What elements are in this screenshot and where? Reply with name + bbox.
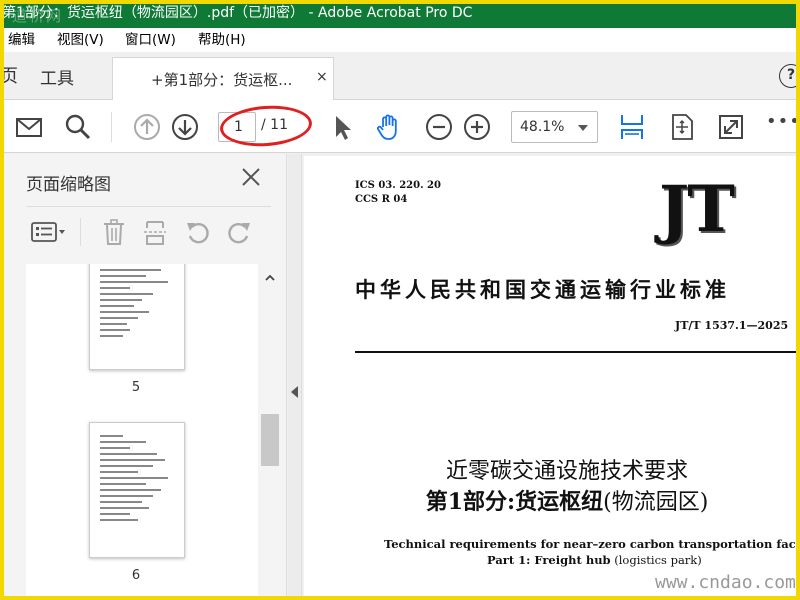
full-screen-icon[interactable] [716,112,746,142]
panel-title: 页面缩略图 [26,175,111,195]
document-page: ICS 03. 220. 20 CCS R 04 JT 中华人民共和国交通运输行… [304,156,800,600]
delete-page-icon[interactable] [101,218,127,246]
scrollbar-thumb[interactable] [261,414,279,466]
rotate-counterclockwise-icon[interactable] [185,218,211,246]
footer-watermark: www.cndao.com [655,572,796,593]
panel-tool-divider [80,218,81,246]
english-title-part: Part 1: Freight hub [487,553,611,567]
document-title-part: 第1部分:货运枢纽 [425,489,604,515]
menu-edit[interactable]: 编辑 [8,28,35,52]
email-icon[interactable] [14,112,44,142]
thumbnail-page-number: 6 [131,568,141,583]
english-title-line-1: Technical requirements for near–zero car… [384,537,800,551]
window-title: 第1部分：货运枢纽（物流园区）.pdf（已加密） - Adobe Acrobat… [2,5,473,21]
document-title-sub: (物流园区) [603,490,709,515]
tab-document-label: +第1部分：货运枢... [151,71,293,89]
search-icon[interactable] [63,112,93,142]
fit-width-icon[interactable] [617,112,647,142]
menu-bar: 编辑 视图(V) 窗口(W) 帮助(H) [0,28,800,52]
help-icon[interactable]: ? [779,64,800,88]
tab-home[interactable]: 页 [0,62,18,88]
close-tab-icon[interactable]: × [316,69,328,85]
thumbnail-scrollbar[interactable] [259,264,281,600]
zoom-select[interactable]: 48.1% [511,111,598,143]
menu-window[interactable]: 窗口(W) [125,28,176,52]
thumbnail-page-number: 5 [131,380,141,395]
chevron-down-icon [578,125,588,131]
zoom-value: 48.1% [520,119,565,135]
toolbar-divider [111,112,112,142]
document-title-line-1: 近零碳交通设施技术要求 [445,459,688,484]
standard-number: JT/T 1537.1—2025 [675,319,789,332]
tab-tools[interactable]: 工具 [40,64,74,89]
english-title-sub: (logistics park) [610,553,702,567]
tab-document[interactable]: +第1部分：货运枢... × [112,57,334,101]
thumbnail-options-icon[interactable] [30,218,68,246]
hand-tool-icon[interactable] [374,112,404,142]
thumbnail-list: 5 6 [26,264,258,600]
site-watermark: 道桥网 [12,7,64,25]
standard-title: 中华人民共和国交通运输行业标准 [355,277,730,302]
panel-splitter[interactable] [288,154,302,600]
document-title-line-2: 第1部分:货运枢纽(物流园区) [304,484,800,516]
ics-code: ICS 03. 220. 20 [355,180,441,191]
page-number-input[interactable]: 1 [218,112,256,142]
collapse-panel-icon[interactable] [291,386,298,398]
page-thumbnails-panel: 页面缩略图 5 6 [0,154,287,600]
tab-row: 页 工具 +第1部分：货运枢... × ? [0,52,800,101]
header-rule [355,351,800,353]
page-total: / 11 [261,117,288,133]
previous-page-icon[interactable] [132,112,162,142]
page-thumbnail[interactable] [89,422,185,558]
toolbar: 1 / 11 [0,100,800,153]
menu-view[interactable]: 视图(V) [57,28,104,52]
page-thumbnail[interactable] [89,264,185,370]
close-panel-icon[interactable] [240,166,262,188]
panel-divider [26,206,271,207]
select-cursor-icon[interactable] [328,112,358,142]
fit-page-icon[interactable] [667,112,697,142]
extract-page-icon[interactable] [142,218,168,246]
jt-logo: JT [659,172,735,247]
title-bar: 第1部分：货运枢纽（物流园区）.pdf（已加密） - Adobe Acrobat… [0,0,800,28]
more-tools-icon[interactable]: ••• [766,111,800,132]
zoom-in-icon[interactable] [462,112,492,142]
ccs-code: CCS R 04 [355,194,408,205]
english-title-line-2: Part 1: Freight hub (logistics park) [487,553,702,567]
next-page-icon[interactable] [170,112,200,142]
menu-help[interactable]: 帮助(H) [198,28,246,52]
rotate-clockwise-icon[interactable] [226,218,252,246]
zoom-out-icon[interactable] [424,112,454,142]
scroll-up-icon[interactable] [264,272,276,284]
